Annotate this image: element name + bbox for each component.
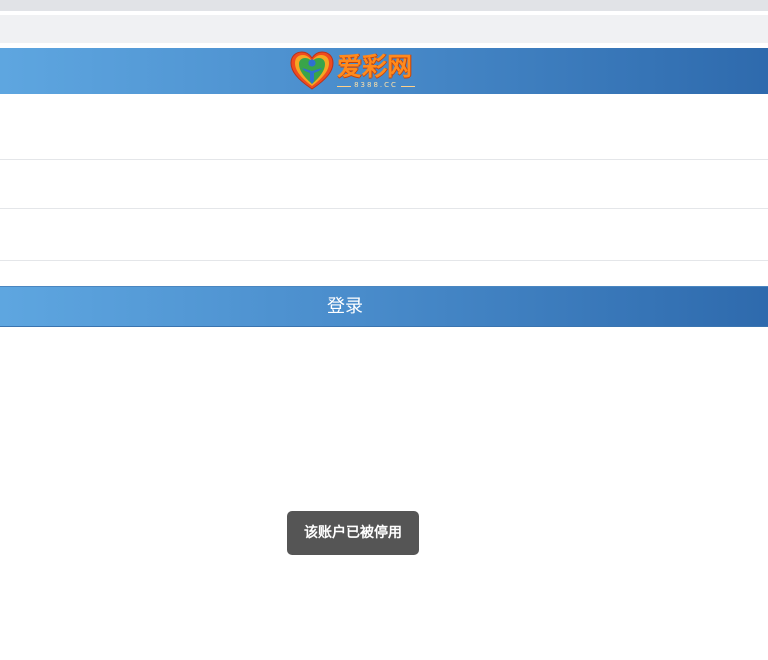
username-input[interactable]	[0, 94, 768, 159]
site-header: 爱彩网 8388.CC	[0, 48, 768, 94]
captcha-field[interactable]	[0, 209, 768, 261]
captcha-input[interactable]	[0, 209, 768, 260]
address-bar[interactable]	[0, 15, 768, 43]
username-field[interactable]	[0, 94, 768, 160]
logo-title: 爱彩网	[337, 52, 413, 81]
site-logo[interactable]: 爱彩网 8388.CC	[289, 50, 419, 92]
toast-message: 该账户已被停用	[287, 511, 419, 555]
browser-top-strip	[0, 0, 768, 11]
password-field[interactable]	[0, 160, 768, 209]
logo-divider-right	[401, 86, 415, 87]
heart-person-logo-icon	[290, 51, 334, 90]
login-button[interactable]: 登录	[0, 286, 768, 327]
password-input[interactable]	[0, 160, 768, 208]
